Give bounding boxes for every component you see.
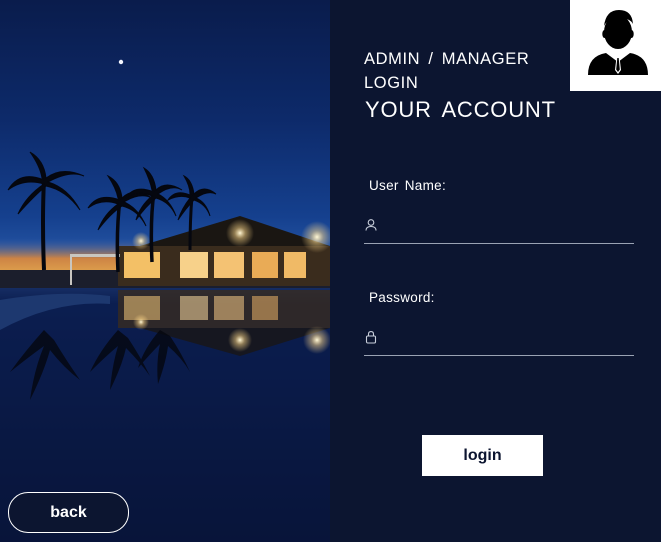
login-subtitle: ADMIN / MANAGER LOGIN [364, 50, 530, 92]
user-icon [365, 219, 377, 231]
businessman-avatar-icon [588, 10, 648, 75]
password-label: Password: [369, 290, 435, 305]
username-label: User Name: [369, 178, 447, 193]
photo-illustration [0, 59, 330, 542]
password-input[interactable] [386, 326, 632, 352]
username-input[interactable] [386, 214, 632, 240]
password-field[interactable] [364, 326, 634, 356]
login-button[interactable]: login [422, 435, 543, 476]
back-button[interactable]: back [8, 492, 129, 533]
avatar [570, 0, 661, 91]
username-field[interactable] [364, 214, 634, 244]
page-title: YOUR ACCOUNT [365, 97, 556, 122]
resort-night-photo [0, 0, 330, 542]
lock-icon [365, 331, 377, 344]
